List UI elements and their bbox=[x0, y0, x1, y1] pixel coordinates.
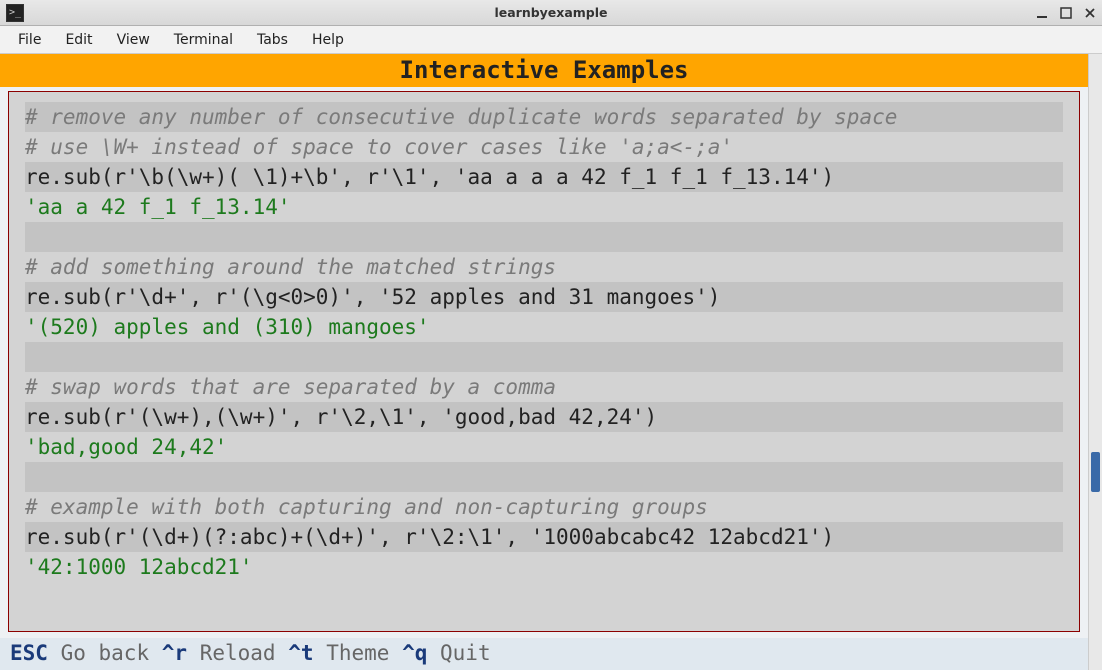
code-line bbox=[25, 462, 1063, 492]
titlebar: >_ learnbyexample bbox=[0, 0, 1102, 26]
footer-label: Reload bbox=[200, 641, 276, 665]
code-panel[interactable]: # remove any number of consecutive dupli… bbox=[8, 91, 1080, 632]
footer-label: Theme bbox=[326, 641, 389, 665]
code-line: # use \W+ instead of space to cover case… bbox=[25, 132, 1063, 162]
code-line: # remove any number of consecutive dupli… bbox=[25, 102, 1063, 132]
menu-terminal[interactable]: Terminal bbox=[164, 29, 243, 51]
scrollbar[interactable] bbox=[1088, 54, 1102, 670]
code-line: re.sub(r'(\w+),(\w+)', r'\2,\1', 'good,b… bbox=[25, 402, 1063, 432]
close-button[interactable] bbox=[1082, 5, 1098, 21]
terminal-icon: >_ bbox=[6, 4, 24, 22]
code-line bbox=[25, 222, 1063, 252]
menu-help[interactable]: Help bbox=[302, 29, 354, 51]
menu-tabs[interactable]: Tabs bbox=[247, 29, 298, 51]
code-line: re.sub(r'\b(\w+)( \1)+\b', r'\1', 'aa a … bbox=[25, 162, 1063, 192]
footer-key[interactable]: ^t bbox=[288, 641, 313, 665]
footer-key[interactable]: ^q bbox=[402, 641, 427, 665]
window-title: learnbyexample bbox=[0, 5, 1102, 20]
code-line: 'bad,good 24,42' bbox=[25, 432, 1063, 462]
code-line: # swap words that are separated by a com… bbox=[25, 372, 1063, 402]
terminal-content: Interactive Examples # remove any number… bbox=[0, 54, 1088, 670]
header-bar: Interactive Examples bbox=[0, 54, 1088, 87]
header-title: Interactive Examples bbox=[400, 56, 689, 84]
maximize-button[interactable] bbox=[1058, 5, 1074, 21]
footer-label: Go back bbox=[61, 641, 150, 665]
menu-file[interactable]: File bbox=[8, 29, 51, 51]
footer-key[interactable]: ESC bbox=[10, 641, 48, 665]
window-controls bbox=[1034, 0, 1098, 25]
code-line: '(520) apples and (310) mangoes' bbox=[25, 312, 1063, 342]
footer-key[interactable]: ^r bbox=[162, 641, 187, 665]
code-line: # example with both capturing and non-ca… bbox=[25, 492, 1063, 522]
footer-label: Quit bbox=[440, 641, 491, 665]
code-line: re.sub(r'\d+', r'(\g<0>0)', '52 apples a… bbox=[25, 282, 1063, 312]
menubar: File Edit View Terminal Tabs Help bbox=[0, 26, 1102, 54]
code-line bbox=[25, 342, 1063, 372]
code-line: re.sub(r'(\d+)(?:abc)+(\d+)', r'\2:\1', … bbox=[25, 522, 1063, 552]
minimize-button[interactable] bbox=[1034, 5, 1050, 21]
scrollbar-thumb[interactable] bbox=[1091, 452, 1100, 492]
menu-view[interactable]: View bbox=[107, 29, 160, 51]
footer-bar: ESC Go back ^r Reload ^t Theme ^q Quit bbox=[0, 638, 1088, 670]
code-line: '42:1000 12abcd21' bbox=[25, 552, 1063, 582]
menu-edit[interactable]: Edit bbox=[55, 29, 102, 51]
code-line: # add something around the matched strin… bbox=[25, 252, 1063, 282]
code-line: 'aa a 42 f_1 f_13.14' bbox=[25, 192, 1063, 222]
